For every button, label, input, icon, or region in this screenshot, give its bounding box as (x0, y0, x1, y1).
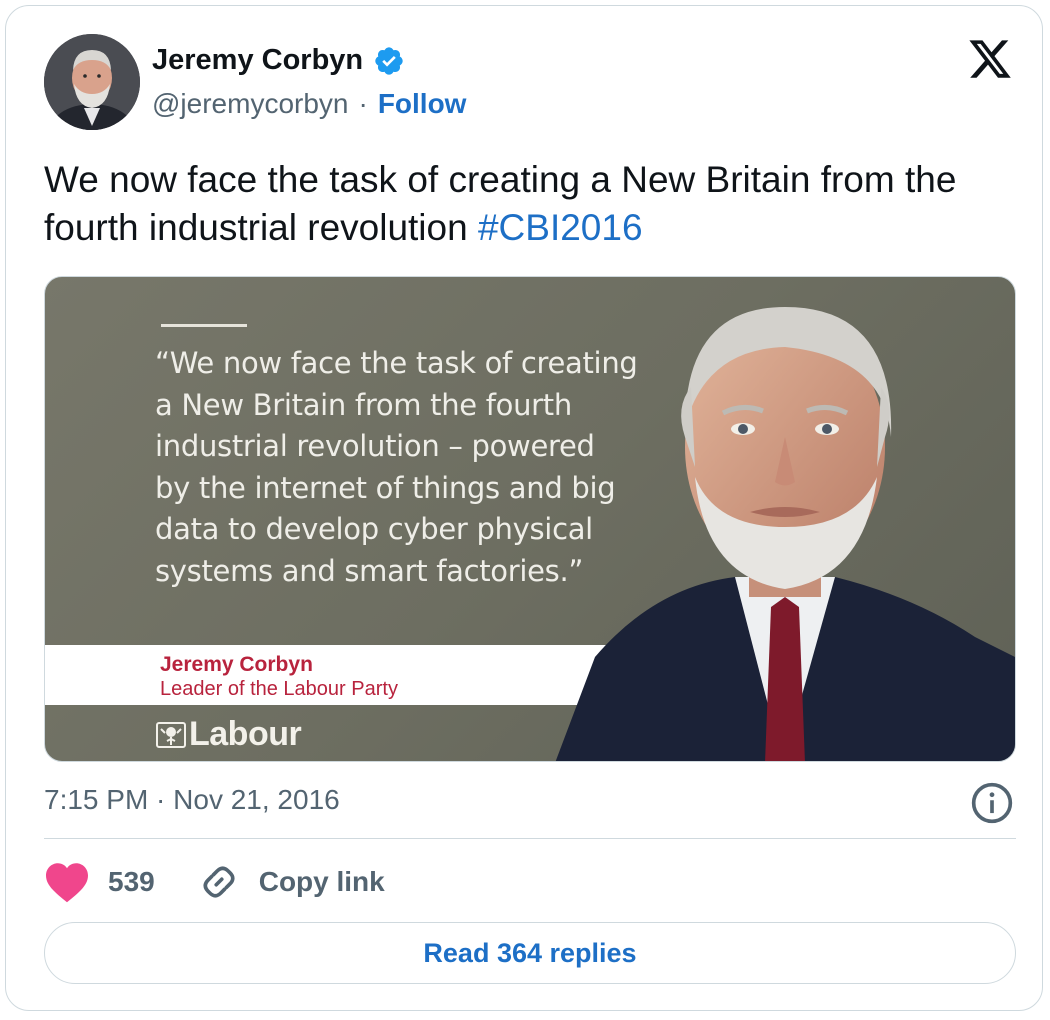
labour-logo: Labour (155, 715, 302, 754)
tweet-media-image[interactable]: “We now face the task of creating a New … (44, 276, 1016, 762)
speaker-title: Leader of the Labour Party (160, 678, 398, 700)
x-logo-icon[interactable] (966, 36, 1014, 82)
follow-button[interactable]: Follow (378, 88, 467, 120)
separator-dot: · (358, 88, 368, 119)
divider (44, 838, 1016, 839)
profile-photo-icon (44, 34, 140, 130)
verified-badge-icon (375, 46, 403, 75)
copy-link-label: Copy link (258, 866, 385, 897)
avatar[interactable] (44, 34, 140, 130)
author-name[interactable]: Jeremy Corbyn (152, 44, 363, 77)
copy-link-button[interactable]: Copy link (197, 860, 385, 904)
labour-logo-text: Labour (189, 715, 302, 753)
link-icon (203, 866, 235, 898)
tweet-text: We now face the task of creating a New B… (44, 156, 1004, 252)
info-icon[interactable] (970, 781, 1014, 825)
labour-rose-icon (156, 721, 186, 748)
heart-icon[interactable] (44, 861, 90, 903)
read-replies-button[interactable]: Read 364 replies (44, 922, 1016, 984)
author-handle[interactable]: @jeremycorbyn (152, 88, 348, 120)
quote-divider (161, 324, 247, 327)
tweet-timestamp[interactable]: 7:15 PM · Nov 21, 2016 (44, 784, 340, 816)
hashtag-link[interactable]: #CBI2016 (478, 207, 643, 248)
like-count[interactable]: 539 (108, 866, 155, 898)
tweet-card: Jeremy Corbyn @jeremycorbyn · Follow We … (5, 5, 1043, 1011)
speaker-name: Jeremy Corbyn (160, 653, 313, 676)
portrait-photo-icon (555, 307, 1015, 761)
action-bar: 539 Copy link (44, 858, 385, 906)
read-replies-label: Read 364 replies (423, 937, 637, 968)
